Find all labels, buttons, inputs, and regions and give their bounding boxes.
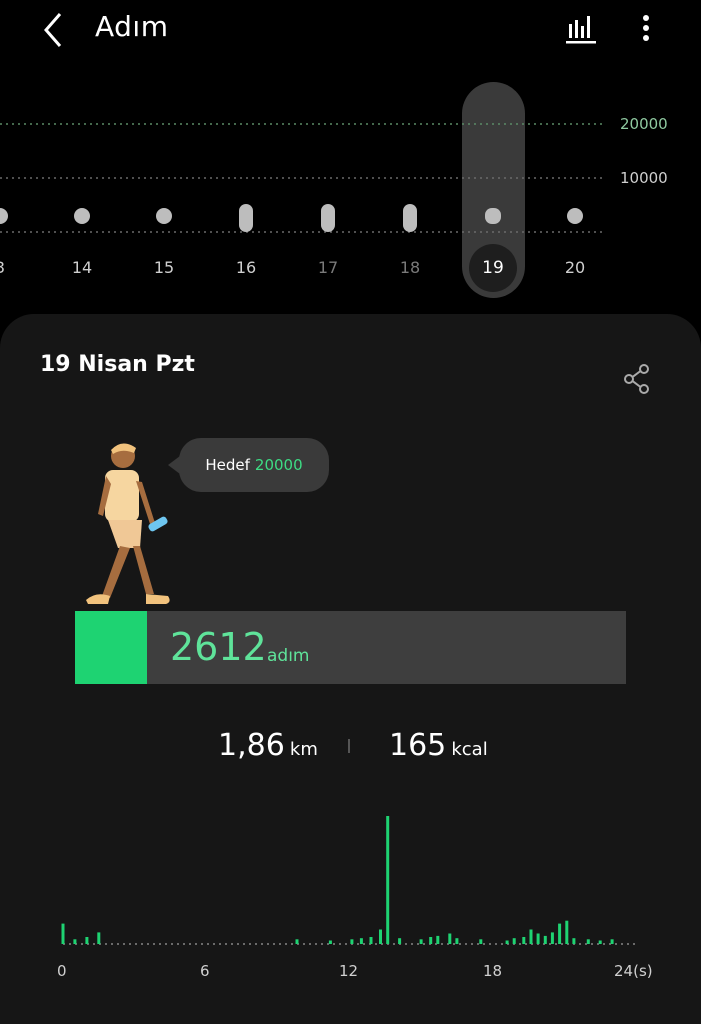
hourly-bar: [455, 938, 459, 944]
gridline-label-10000: 10000: [620, 169, 668, 187]
share-icon[interactable]: [620, 362, 654, 396]
hourly-bar: [479, 939, 483, 944]
goal-progress-track: [75, 611, 626, 684]
step-count: 2612: [170, 625, 267, 669]
back-chevron-icon[interactable]: [38, 10, 68, 50]
day-steps-bar-17[interactable]: [321, 204, 335, 232]
more-vertical-icon[interactable]: [626, 10, 666, 50]
date-title: 19 Nisan Pzt: [40, 352, 195, 377]
distance-unit: km: [289, 739, 318, 760]
day-label-16[interactable]: 16: [226, 258, 266, 277]
hourly-bar: [543, 935, 547, 944]
day-steps-dot-14[interactable]: [74, 208, 90, 224]
hourly-bar: [350, 939, 354, 944]
gridline-label-20000: 20000: [620, 115, 668, 133]
hourly-bar: [61, 923, 65, 944]
stat-divider: [348, 739, 350, 753]
page-title: Adım: [95, 10, 169, 43]
day-steps-dot-20[interactable]: [567, 208, 583, 224]
hourly-bar: [398, 938, 402, 944]
walking-person-illustration: [86, 443, 170, 604]
hourly-steps-chart: [61, 816, 636, 945]
bar-chart-icon[interactable]: [562, 10, 602, 50]
hourly-bar: [97, 932, 101, 944]
hourly-bar: [586, 939, 590, 944]
distance-stat: 1,86 km: [218, 728, 318, 763]
hourly-bar: [550, 932, 554, 944]
hourly-bar: [85, 937, 89, 944]
hourly-bar: [529, 929, 533, 944]
hourly-bar: [522, 937, 526, 944]
hourly-bar: [512, 938, 516, 944]
hourly-bar: [386, 816, 390, 944]
hourly-bar: [558, 923, 562, 944]
hourly-bar: [73, 939, 77, 944]
day-label-selected[interactable]: 19: [469, 244, 517, 292]
day-label-17[interactable]: 17: [308, 258, 348, 277]
day-label-14[interactable]: 14: [62, 258, 102, 277]
hourly-bar: [359, 938, 363, 944]
hourly-bar: [448, 933, 452, 944]
hourly-bar: [436, 935, 440, 944]
hourly-bar: [419, 939, 423, 944]
goal-label: Hedef: [205, 456, 250, 474]
weekly-gridlines: [0, 123, 603, 233]
day-steps-dot-15[interactable]: [156, 208, 172, 224]
hour-label-24: 24(s): [614, 962, 653, 980]
hourly-bar: [295, 939, 299, 944]
hourly-bar: [328, 940, 332, 944]
day-steps-bar-19[interactable]: [485, 208, 501, 224]
hourly-bar: [379, 929, 382, 944]
calories-unit: kcal: [451, 739, 488, 760]
hourly-bar: [369, 937, 373, 944]
step-unit: adım: [267, 646, 310, 666]
hour-label-12: 12: [339, 962, 359, 980]
hour-label-18: 18: [483, 962, 503, 980]
hour-label-6: 6: [200, 962, 210, 980]
day-label-15[interactable]: 15: [144, 258, 184, 277]
hour-label-0: 0: [57, 962, 67, 980]
hourly-bar: [610, 939, 614, 944]
hourly-bar: [598, 940, 602, 944]
day-label-3[interactable]: 3: [0, 258, 20, 277]
goal-bubble: Hedef 20000: [179, 438, 329, 492]
day-label-18[interactable]: 18: [390, 258, 430, 277]
hourly-bar: [429, 937, 433, 944]
hourly-bar: [565, 920, 569, 944]
goal-progress-fill: [75, 611, 147, 684]
day-steps-bar-18[interactable]: [403, 204, 417, 232]
hourly-bar: [536, 933, 540, 944]
calories-stat: 165 kcal: [389, 728, 488, 763]
goal-value: 20000: [254, 456, 303, 474]
hourly-bar: [572, 938, 576, 944]
calories-value: 165: [389, 728, 447, 763]
hourly-bar: [505, 940, 509, 944]
day-label-20[interactable]: 20: [555, 258, 595, 277]
day-steps-bar-16[interactable]: [239, 204, 253, 232]
distance-value: 1,86: [218, 728, 285, 763]
